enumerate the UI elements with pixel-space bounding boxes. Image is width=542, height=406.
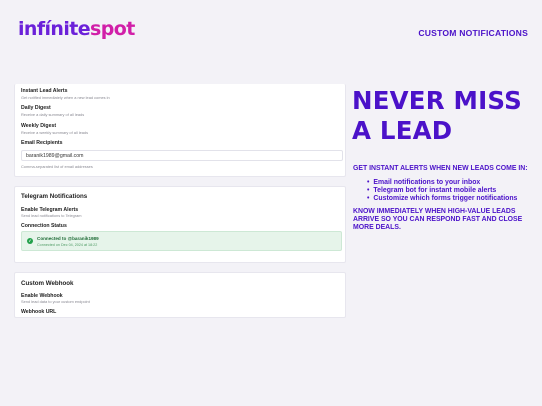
weekly-digest-desc: Receive a weekly summary of all leads	[21, 130, 89, 135]
feature-item: Email notifications to your inbox	[367, 179, 517, 187]
feature-item: Customize which forms trigger notificati…	[367, 195, 517, 203]
weekly-digest-label[interactable]: Weekly Digest	[21, 123, 56, 129]
email-recipients-value: baranik1989@gmail.com	[26, 153, 84, 159]
daily-digest-desc: Receive a daily summary of all leads	[21, 112, 85, 117]
email-notifications-card: Instant Lead Alerts Get notified immedia…	[14, 84, 346, 177]
instant-alerts-label[interactable]: Instant Lead Alerts	[21, 88, 68, 94]
connection-status-date: Connected on Dec 04, 2024 at 18:22	[37, 243, 98, 247]
brand-logo[interactable]: infínitespot	[18, 18, 135, 40]
enable-webhook-desc: Send lead data to your custom endpoint	[21, 299, 90, 304]
instant-alerts-desc: Get notified immediately when a new lead…	[21, 95, 110, 100]
custom-notifications-link[interactable]: CUSTOM NOTIFICATIONS	[418, 28, 528, 38]
webhook-title: Custom Webhook	[21, 280, 74, 287]
enable-telegram-desc: Send lead notifications to Telegram	[21, 213, 82, 218]
email-recipients-label: Email Recipients	[21, 140, 63, 146]
custom-webhook-card: Custom Webhook Enable Webhook Send lead …	[14, 272, 346, 318]
webhook-url-label: Webhook URL	[21, 309, 57, 315]
connection-status-text: Connected to @baranik1989	[37, 236, 99, 241]
telegram-title: Telegram Notifications	[21, 193, 88, 200]
telegram-notifications-card: Telegram Notifications Enable Telegram A…	[14, 186, 346, 263]
connection-status-box: ✓ Connected to @baranik1989 Connected on…	[21, 231, 342, 251]
daily-digest-label[interactable]: Daily Digest	[21, 105, 51, 111]
logo-part-1: infínite	[18, 18, 91, 40]
connection-status-label: Connection Status	[21, 223, 67, 229]
email-recipients-input[interactable]: baranik1989@gmail.com	[21, 150, 343, 161]
headline: NEVER MISS A LEAD	[352, 86, 532, 146]
outro-line: ARRIVE SO YOU CAN RESPOND FAST AND CLOSE	[353, 216, 523, 223]
feature-list: Email notifications to your inbox Telegr…	[367, 179, 517, 202]
check-circle-icon: ✓	[27, 238, 33, 244]
outro-text: KNOW IMMEDIATELY WHEN HIGH-VALUE LEADS A…	[353, 208, 533, 232]
feature-item: Telegram bot for instant mobile alerts	[367, 187, 517, 195]
logo-part-2: spot	[90, 18, 135, 40]
outro-line: KNOW IMMEDIATELY WHEN HIGH-VALUE LEADS	[353, 208, 516, 215]
intro-text: GET INSTANT ALERTS WHEN NEW LEADS COME I…	[353, 165, 528, 172]
headline-line-1: NEVER MISS	[352, 86, 523, 115]
email-recipients-help: Comma-separated list of email addresses	[21, 164, 93, 169]
outro-line: MORE DEALS.	[353, 224, 401, 231]
headline-line-2: A LEAD	[352, 116, 453, 145]
